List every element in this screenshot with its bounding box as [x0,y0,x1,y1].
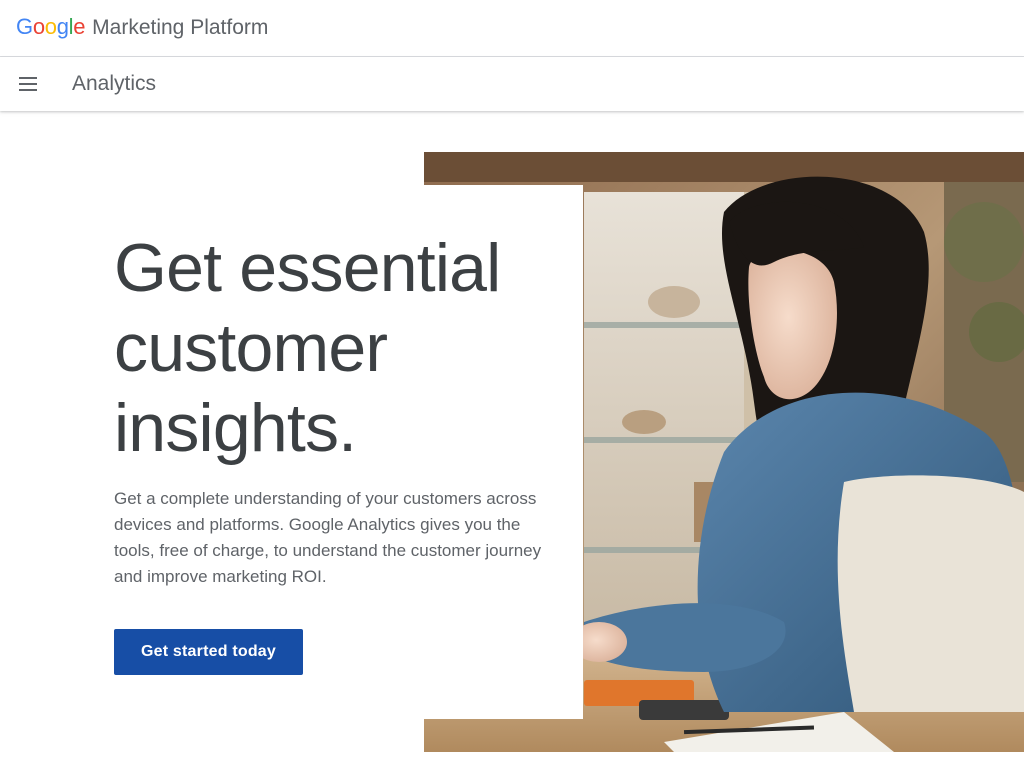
google-logo: Google [16,14,85,40]
platform-label: Marketing Platform [92,16,269,39]
hero-headline: Get essential customer insights. [114,228,574,468]
headline-line-2: customer [114,310,388,386]
logo-letter: g [56,14,69,39]
headline-line-1: Get essential [114,230,501,306]
brand-link[interactable]: Google Marketing Platform [16,14,268,40]
product-nav-bar: Analytics [0,57,1024,111]
hamburger-menu-icon[interactable] [14,70,42,98]
logo-letter: e [73,14,86,39]
logo-letter: o [32,14,45,39]
top-bar: Google Marketing Platform [0,0,1024,57]
headline-line-3: insights. [114,390,357,466]
product-title[interactable]: Analytics [72,72,156,96]
hero-description: Get a complete understanding of your cus… [114,489,542,586]
get-started-button[interactable]: Get started today [114,629,303,675]
logo-letter: o [44,14,57,39]
logo-letter: G [16,14,33,39]
